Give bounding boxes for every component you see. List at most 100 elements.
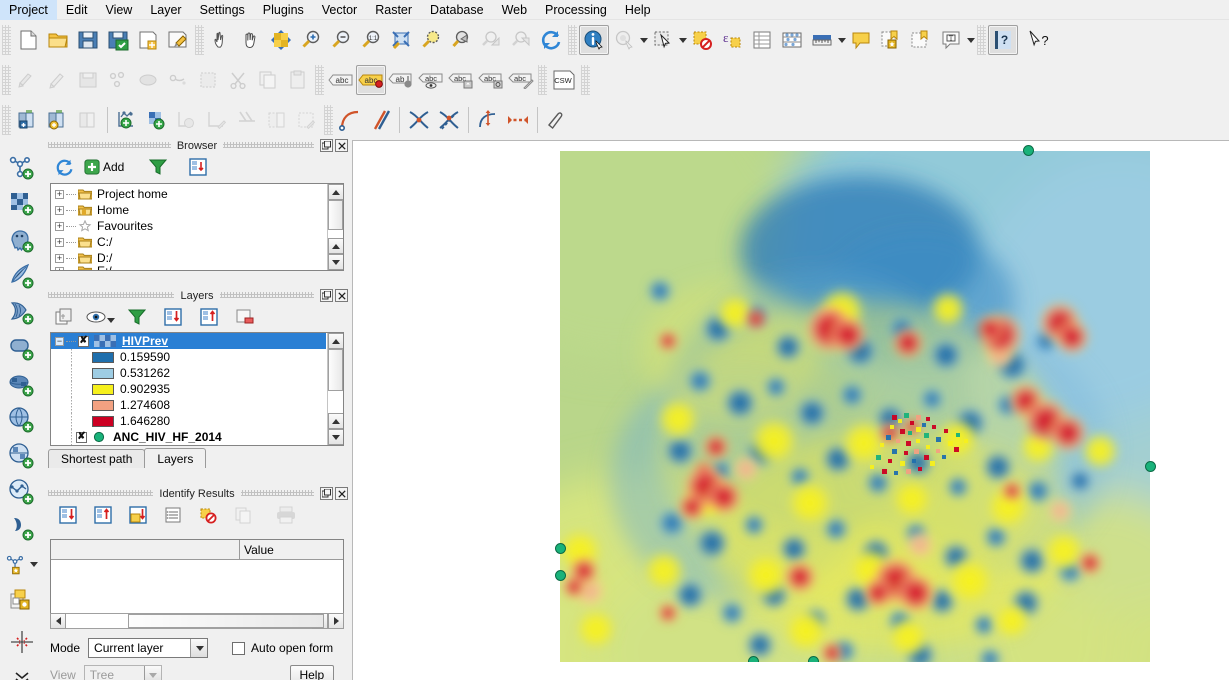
- layout-manager-icon[interactable]: [163, 25, 193, 55]
- identify-float-button[interactable]: [320, 487, 333, 500]
- csw-icon[interactable]: CSW: [549, 65, 579, 95]
- add-postgis-layer-icon[interactable]: [5, 222, 39, 258]
- touch-zoom-pan-icon[interactable]: [266, 25, 296, 55]
- pin-labels-icon[interactable]: ab: [386, 65, 416, 95]
- menu-project[interactable]: Project: [0, 0, 57, 20]
- move-feature-icon[interactable]: [133, 65, 163, 95]
- chevron-down-icon[interactable]: [640, 37, 648, 43]
- menu-edit[interactable]: Edit: [57, 0, 97, 20]
- manage-layer-visibility-button[interactable]: [86, 310, 115, 324]
- zoom-to-layer-icon[interactable]: [446, 25, 476, 55]
- new-spatialite-layer-icon[interactable]: [142, 105, 172, 135]
- union-icon[interactable]: [434, 105, 464, 135]
- toolbar-handle[interactable]: [568, 25, 577, 55]
- current-edits-icon[interactable]: [13, 65, 43, 95]
- help-button[interactable]: Help: [289, 664, 334, 680]
- chevron-down-icon[interactable]: [30, 561, 38, 567]
- add-wfs-layer-icon[interactable]: [5, 474, 39, 510]
- expand-icon[interactable]: +: [55, 237, 64, 247]
- new-memory-layer-icon[interactable]: [202, 105, 232, 135]
- scroll-up-button-2[interactable]: [328, 413, 343, 429]
- add-oracle-layer-icon[interactable]: [5, 330, 39, 366]
- zoom-in-icon[interactable]: [296, 25, 326, 55]
- menu-database[interactable]: Database: [421, 0, 493, 20]
- help-contents-icon[interactable]: ?: [988, 25, 1018, 55]
- whats-this-icon[interactable]: ?: [1018, 25, 1062, 55]
- tab-shortest-path[interactable]: Shortest path: [48, 449, 146, 468]
- expand-all-icon[interactable]: [124, 503, 152, 527]
- show-bookmarks-icon[interactable]: [906, 25, 936, 55]
- save-project-as-icon[interactable]: [103, 25, 133, 55]
- chevron-down-icon[interactable]: [143, 666, 161, 680]
- scroll-up-button[interactable]: [328, 184, 343, 200]
- view-select[interactable]: Tree: [83, 665, 162, 680]
- scroll-down-button[interactable]: [328, 429, 343, 445]
- browser-tree-item[interactable]: + Home: [51, 202, 326, 218]
- hscroll-left-button[interactable]: [50, 613, 66, 629]
- new-gpx-layer-icon[interactable]: [172, 105, 202, 135]
- toolbar-handle[interactable]: [324, 105, 333, 135]
- add-spatialite-layer-icon[interactable]: [5, 258, 39, 294]
- add-feature-point-icon[interactable]: [103, 65, 133, 95]
- layer-item-anc-hiv-hf-2014[interactable]: ✘ ANC_HIV_HF_2014: [51, 429, 326, 445]
- rotate-label-icon[interactable]: abc: [476, 65, 506, 95]
- paste-features-icon[interactable]: [283, 65, 313, 95]
- identify-close-button[interactable]: [335, 487, 348, 500]
- new-project-icon[interactable]: [13, 25, 43, 55]
- identify-column-value[interactable]: Value: [240, 540, 343, 559]
- toolbar-handle[interactable]: [538, 65, 547, 95]
- highlight-pinned-labels-icon[interactable]: abc: [356, 65, 386, 95]
- identify-features-icon[interactable]: [579, 25, 609, 55]
- measure-line-icon[interactable]: [807, 25, 837, 55]
- run-feature-action-icon[interactable]: [609, 25, 639, 55]
- browser-tree-item[interactable]: + C:/: [51, 234, 326, 250]
- toolbar-handle[interactable]: [2, 25, 11, 55]
- layer-options-icon[interactable]: [73, 105, 103, 135]
- expand-icon[interactable]: +: [55, 266, 64, 270]
- chevron-down-icon[interactable]: [190, 639, 208, 657]
- toolbar-handle[interactable]: [2, 65, 11, 95]
- print-icon[interactable]: [272, 503, 300, 527]
- layer-visibility-checkbox[interactable]: ✘: [76, 431, 87, 443]
- menu-help[interactable]: Help: [616, 0, 660, 20]
- expand-icon[interactable]: +: [55, 205, 64, 215]
- chevron-down-icon[interactable]: [838, 37, 846, 43]
- refresh-icon[interactable]: [50, 155, 78, 179]
- delete-selected-icon[interactable]: [193, 65, 223, 95]
- browser-float-button[interactable]: [320, 139, 333, 152]
- expand-new-icon[interactable]: [54, 503, 82, 527]
- add-db2-layer-icon[interactable]: [5, 366, 39, 402]
- mode-select[interactable]: Current layer: [88, 638, 209, 658]
- chevron-down-icon[interactable]: [679, 37, 687, 43]
- select-by-expression-icon[interactable]: ε: [717, 25, 747, 55]
- layers-tree[interactable]: − ✘ HIVPrev 0.159590 0.531262 0.902935 1…: [50, 332, 344, 446]
- browser-add-selected-layers-button[interactable]: Add: [80, 159, 128, 175]
- menu-layer[interactable]: Layer: [141, 0, 190, 20]
- pan-map-to-selection-icon[interactable]: [206, 25, 236, 55]
- menu-web[interactable]: Web: [493, 0, 536, 20]
- layer-visibility-checkbox[interactable]: ✘: [78, 335, 89, 347]
- layers-close-button[interactable]: [335, 289, 348, 302]
- collapse-icon[interactable]: −: [55, 336, 64, 346]
- menu-raster[interactable]: Raster: [366, 0, 421, 20]
- chevron-down-icon[interactable]: [107, 318, 115, 323]
- filter-browser-icon[interactable]: [144, 155, 172, 179]
- browser-tree-item[interactable]: + Favourites: [51, 218, 326, 234]
- expand-icon[interactable]: +: [55, 253, 64, 263]
- change-label-icon[interactable]: abc: [506, 65, 536, 95]
- identify-table-body[interactable]: [51, 560, 343, 617]
- menu-view[interactable]: View: [96, 0, 141, 20]
- browser-tree-item[interactable]: + E:/: [51, 266, 326, 270]
- georeferencer-icon[interactable]: [5, 624, 39, 660]
- menu-processing[interactable]: Processing: [536, 0, 616, 20]
- open-layer-styling-icon[interactable]: [50, 305, 78, 329]
- toggle-editing-icon[interactable]: [43, 65, 73, 95]
- open-project-icon[interactable]: [43, 25, 73, 55]
- show-hide-labels-icon[interactable]: abc: [416, 65, 446, 95]
- browser-tree-item[interactable]: + D:/: [51, 250, 326, 266]
- hscroll-step-right-button[interactable]: [328, 613, 344, 629]
- new-vector-layer-icon[interactable]: [5, 546, 39, 582]
- pan-map-icon[interactable]: [236, 25, 266, 55]
- reshape-features-icon[interactable]: [503, 105, 533, 135]
- toolbar-handle[interactable]: [581, 65, 590, 95]
